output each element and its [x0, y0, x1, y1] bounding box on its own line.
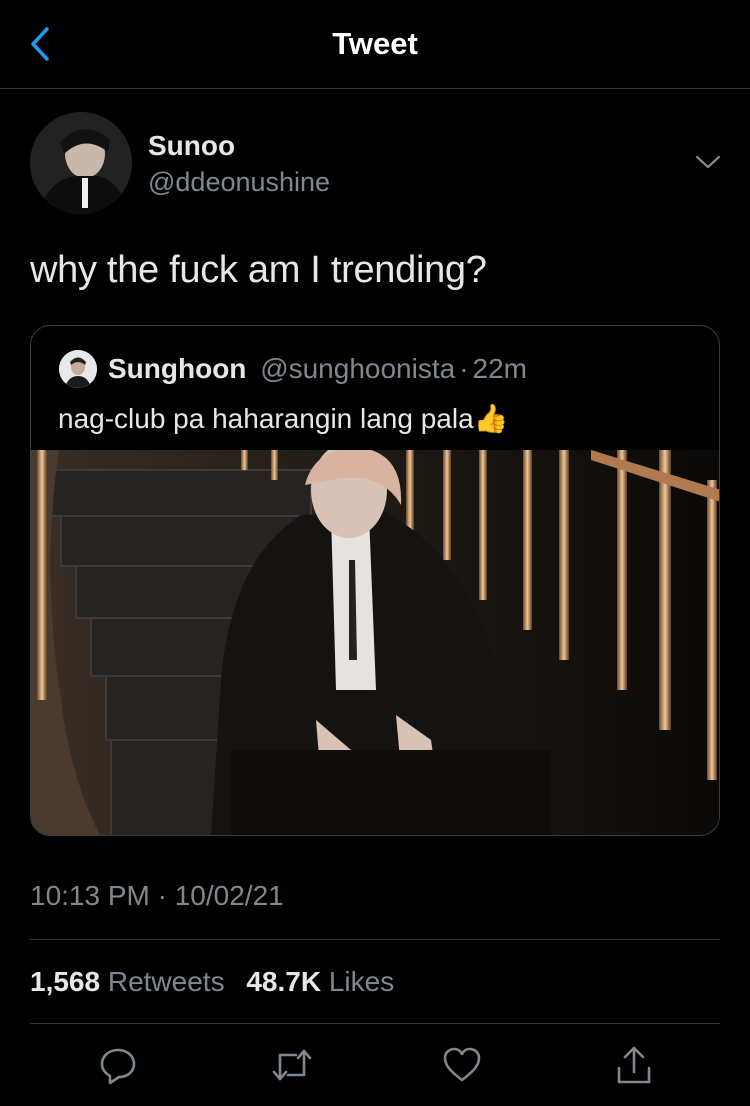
quoted-tweet[interactable]: Sunghoon @sunghoonista · 22m nag-club pa h… — [30, 325, 720, 836]
reply-icon — [100, 1048, 136, 1085]
action-bar — [0, 1043, 750, 1093]
quoted-author-name: Sunghoon — [108, 353, 247, 384]
tweet-author: Sunoo @ddeonushine — [30, 112, 723, 216]
quoted-text-body: nag-club pa haharangin lang pala — [58, 403, 474, 434]
likes-count[interactable]: 48.7K — [246, 966, 321, 997]
quoted-text: nag-club pa haharangin lang pala👍 — [58, 402, 509, 435]
share-icon — [617, 1046, 651, 1084]
quoted-meta: Sunghoon @sunghoonista · 22m — [108, 353, 527, 385]
quoted-separator: · — [459, 353, 469, 384]
more-options-button[interactable] — [693, 150, 723, 174]
reply-button[interactable] — [96, 1043, 140, 1087]
thumbs-up-emoji: 👍 — [473, 403, 509, 434]
divider — [30, 939, 720, 940]
divider — [30, 1023, 720, 1024]
chevron-down-icon — [695, 155, 721, 169]
heart-icon — [443, 1047, 481, 1082]
retweet-button[interactable] — [270, 1043, 314, 1087]
retweets-label[interactable]: Retweets — [108, 966, 225, 997]
page-title: Tweet — [332, 26, 418, 61]
like-button[interactable] — [440, 1043, 484, 1087]
tweet-stats: 1,568 Retweets 48.7K Likes — [30, 966, 408, 998]
top-navigation-bar: Tweet — [0, 0, 750, 89]
retweets-count[interactable]: 1,568 — [30, 966, 100, 997]
avatar[interactable] — [30, 112, 132, 214]
quoted-time: 22m — [472, 353, 527, 384]
tweet-timestamp: 10:13 PM · 10/02/21 — [30, 880, 284, 911]
quoted-avatar — [59, 350, 97, 388]
quoted-photo[interactable] — [31, 442, 719, 835]
retweet-icon — [272, 1049, 312, 1081]
author-name[interactable]: Sunoo — [148, 130, 235, 162]
share-button[interactable] — [612, 1043, 656, 1087]
likes-label[interactable]: Likes — [329, 966, 394, 997]
quoted-author-handle: @sunghoonista — [260, 353, 456, 384]
tweet-text: why the fuck am I trending? — [30, 249, 487, 291]
author-handle[interactable]: @ddeonushine — [148, 167, 330, 198]
